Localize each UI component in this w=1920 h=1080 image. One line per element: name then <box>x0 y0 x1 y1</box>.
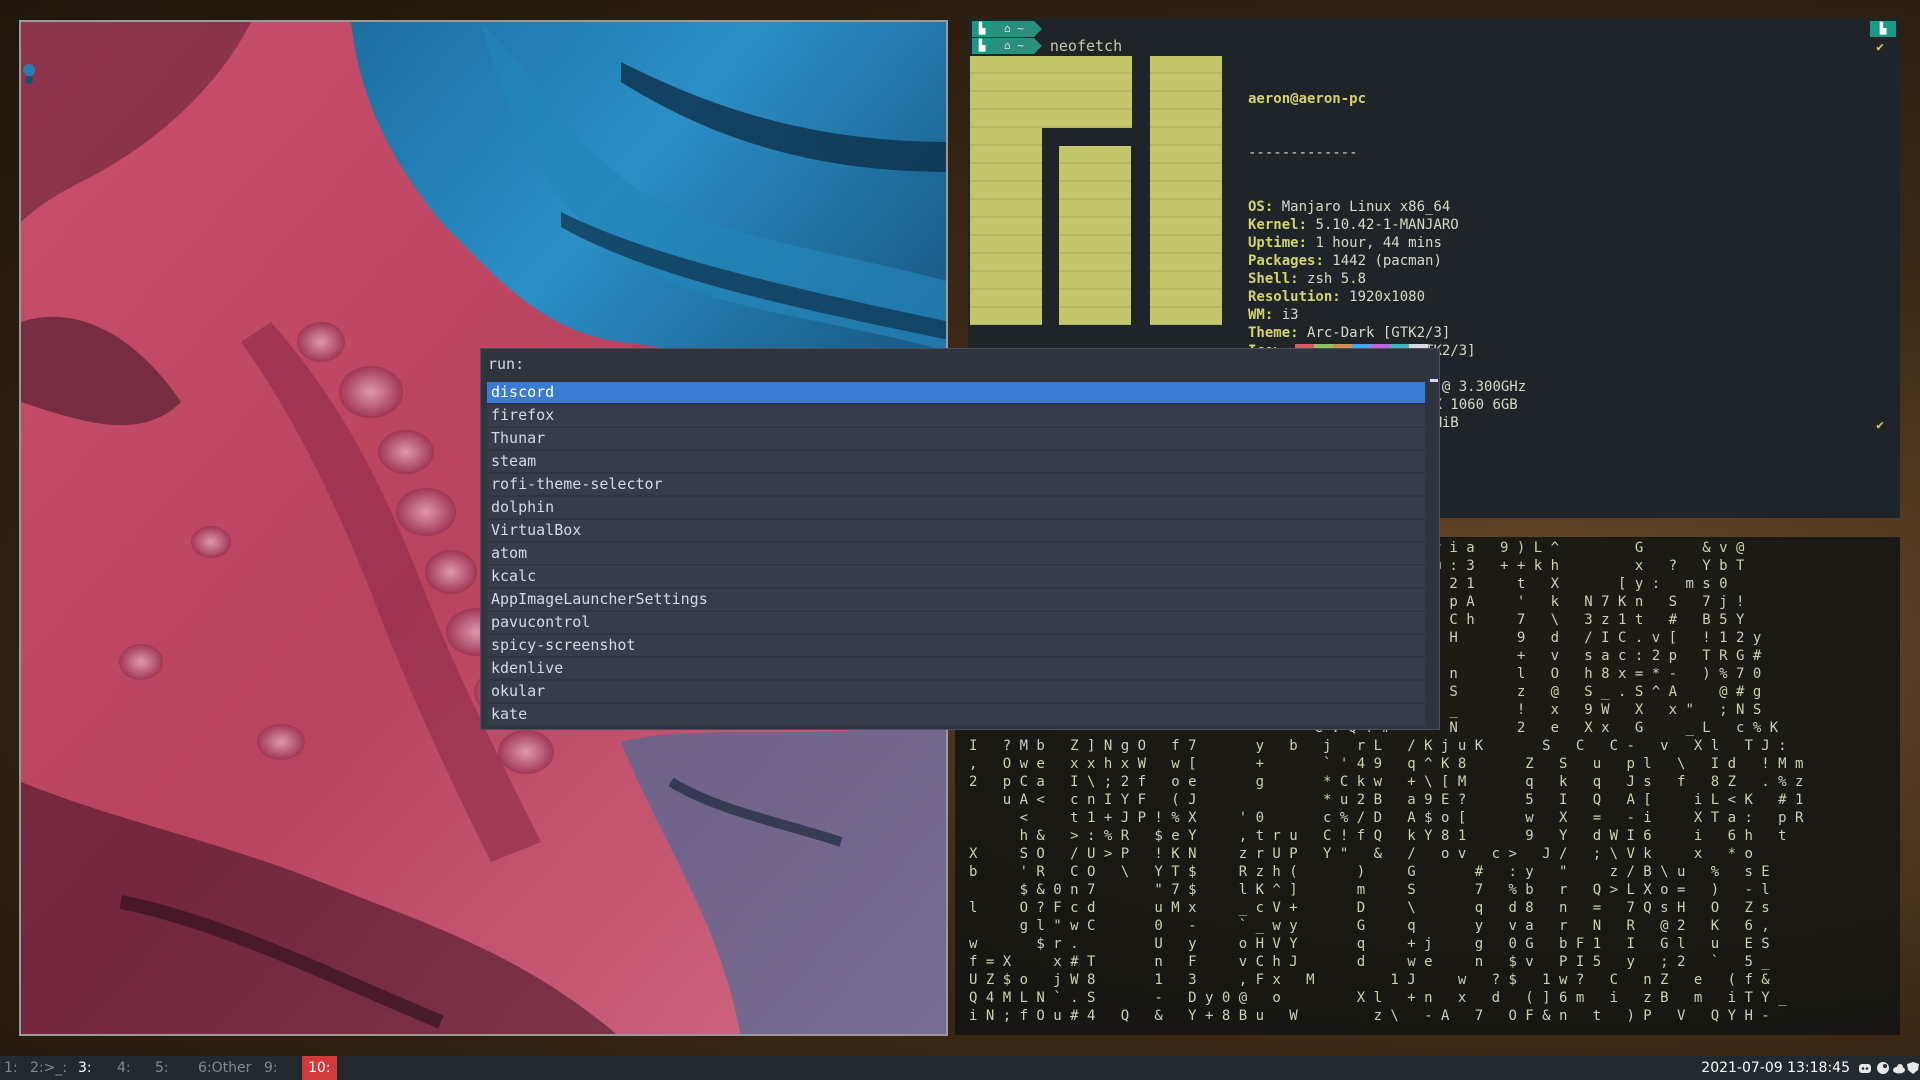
manjaro-icon: ▙ <box>972 21 992 37</box>
info-key: Packages <box>1248 253 1316 269</box>
info-value: 1920x1080 <box>1349 289 1426 305</box>
rofi-item-steam[interactable]: steam <box>487 451 1425 472</box>
info-key: WM <box>1248 307 1265 323</box>
check-icon: ✔ <box>1876 40 1884 55</box>
info-colon: : <box>1315 253 1333 269</box>
info-value: i3 <box>1281 307 1299 323</box>
manjaro-icon: ▙ <box>1870 21 1896 37</box>
matrix-line: b ' R C O \ Y T $ R z h ( ) G # : y " z … <box>969 864 1770 880</box>
rofi-prompt: run: <box>488 355 525 373</box>
matrix-line: < t 1 + J P ! % X ' 0 c % / D A $ o [ w … <box>969 810 1804 826</box>
info-key: Kernel <box>1248 217 1299 233</box>
rofi-item-firefox[interactable]: firefox <box>487 405 1425 426</box>
workspace-3[interactable]: 3: <box>78 1056 92 1080</box>
prompt-dir: ~ <box>1017 22 1024 35</box>
rofi-item-appimagelaunchersettings[interactable]: AppImageLauncherSettings <box>487 589 1425 610</box>
matrix-line: f = X x # T n F v C h J d w e n $ v P I … <box>969 954 1770 970</box>
info-key: Shell <box>1248 271 1291 287</box>
rofi-item-kcalc[interactable]: kcalc <box>487 566 1425 587</box>
info-row: OS: Manjaro Linux x86_64 <box>1248 198 1526 216</box>
rofi-item-virtualbox[interactable]: VirtualBox <box>487 520 1425 541</box>
info-colon: : <box>1332 289 1350 305</box>
i3-status-bar: 1: 2:>_: 3: 4: 5: 6:Other 9: 10: 2021-07-09 13:… <box>0 1056 1920 1080</box>
rofi-list: discord firefox Thunar steam rofi-theme-sele… <box>487 382 1425 727</box>
matrix-line: g l " w C 0 - ` _ w y G q y v a r N R @ … <box>969 918 1770 934</box>
rofi-item-okular[interactable]: okular <box>487 681 1425 702</box>
rofi-item-dolphin[interactable]: dolphin <box>487 497 1425 518</box>
info-row: Shell: zsh 5.8 <box>1248 270 1526 288</box>
info-row: Kernel: 5.10.42-1-MANJARO <box>1248 216 1526 234</box>
rofi-item-atom[interactable]: atom <box>487 543 1425 564</box>
rofi-scrollbar[interactable] <box>1430 379 1438 382</box>
matrix-line: h & > : % R $ e Y , t r u C ! f Q k Y 8 … <box>969 828 1787 844</box>
info-value: zsh 5.8 <box>1307 271 1367 287</box>
info-value: 1442 (pacman) <box>1332 253 1442 269</box>
info-row: Resolution: 1920x1080 <box>1248 288 1526 306</box>
info-colon: : <box>1290 271 1308 287</box>
matrix-line: U Z $ o j W 8 1 3 , F x M 1 J w ? $ 1 w … <box>969 972 1770 988</box>
user-host: aeron@aeron-pc <box>1248 91 1367 107</box>
separator: ------------- <box>1248 145 1358 161</box>
info-colon: : <box>1298 217 1316 233</box>
info-value: 5.10.42-1-MANJARO <box>1315 217 1459 233</box>
info-key: Theme <box>1248 325 1291 341</box>
rofi-item-discord[interactable]: discord <box>487 382 1425 403</box>
cloud-icon[interactable] <box>1892 1061 1906 1075</box>
rofi-item-spicy-screenshot[interactable]: spicy-screenshot <box>487 635 1425 656</box>
workspace-6[interactable]: 6:Other <box>198 1056 251 1080</box>
prompt-line-2: ▙ ⌂ ~ neofetch <box>972 37 1123 55</box>
info-row: WM: i3 <box>1248 306 1526 324</box>
matrix-line: l O ? F c d u M x _ c V + D \ q d 8 n = … <box>969 900 1770 916</box>
rofi-item-kdenlive[interactable]: kdenlive <box>487 658 1425 679</box>
rofi-item-thunar[interactable]: Thunar <box>487 428 1425 449</box>
info-key: Resolution <box>1248 289 1333 305</box>
command-text: neofetch <box>1049 37 1123 55</box>
workspace-2[interactable]: 2:>_: <box>30 1056 67 1080</box>
info-key: OS <box>1248 199 1265 215</box>
prompt-line-1: ▙ ⌂ ~ <box>972 21 1042 37</box>
matrix-line: Q 4 M L N ` . S - D y 0 @ o X l + n x d … <box>969 990 1787 1006</box>
workspace-1[interactable]: 1: <box>4 1056 18 1080</box>
matrix-line: w $ r . U y o H V Y q + j g 0 G b F 1 I … <box>969 936 1770 952</box>
workspace-7[interactable]: 9: <box>264 1056 278 1080</box>
info-row: Packages: 1442 (pacman) <box>1248 252 1526 270</box>
prompt-dir: ~ <box>1017 39 1024 52</box>
workspace-8[interactable]: 10: <box>302 1056 337 1080</box>
matrix-line: $ & 0 n 7 " 7 $ l K ^ ] m S 7 % b r Q > … <box>969 882 1770 898</box>
info-colon: : <box>1298 235 1316 251</box>
info-colon: : <box>1264 199 1282 215</box>
steam-icon[interactable] <box>1876 1061 1890 1075</box>
clock: 2021-07-09 13:18:45 <box>1701 1060 1850 1076</box>
matrix-line: u A < c n I Y F ( J * u 2 B a 9 E ? 5 I … <box>969 792 1804 808</box>
workspace-5[interactable]: 5: <box>155 1056 169 1080</box>
info-colon: : <box>1290 325 1308 341</box>
info-value: Manjaro Linux x86_64 <box>1281 199 1451 215</box>
matrix-line: 2 p C a I \ ; 2 f o e g * C k w + \ [ M … <box>969 774 1804 790</box>
matrix-line: I ? M b Z ] N g O f 7 y b j r L / K j u … <box>969 738 1787 754</box>
info-key: Uptime <box>1248 235 1299 251</box>
rofi-launcher[interactable]: run: discord firefox Thunar steam rofi-theme… <box>480 348 1440 730</box>
info-value: Arc-Dark [GTK2/3] <box>1307 325 1451 341</box>
shield-icon[interactable] <box>1906 1061 1920 1075</box>
workspace-4[interactable]: 4: <box>117 1056 131 1080</box>
info-row: Theme: Arc-Dark [GTK2/3] <box>1248 324 1526 342</box>
matrix-line: , O w e x x h x W w [ + ` ' 4 9 q ^ K 8 … <box>969 756 1804 772</box>
check-icon: ✔ <box>1876 418 1884 433</box>
manjaro-icon: ▙ <box>972 38 992 54</box>
rofi-item-kate[interactable]: kate <box>487 704 1425 725</box>
info-row: Uptime: 1 hour, 44 mins <box>1248 234 1526 252</box>
prompt-dir-segment: ⌂ ~ <box>992 21 1042 37</box>
info-value: 1 hour, 44 mins <box>1315 235 1442 251</box>
rofi-item-pavucontrol[interactable]: pavucontrol <box>487 612 1425 633</box>
prompt-dir-segment: ⌂ ~ <box>992 38 1042 54</box>
matrix-line: X S O / U > P ! K N z r U P Y " & / o v … <box>969 846 1753 862</box>
discord-icon[interactable] <box>1858 1061 1872 1075</box>
matrix-line: i N ; f O u # 4 Q & Y + 8 B u W z \ - A … <box>969 1008 1770 1024</box>
info-colon: : <box>1264 307 1282 323</box>
rofi-item-rofi-theme-selector[interactable]: rofi-theme-selector <box>487 474 1425 495</box>
